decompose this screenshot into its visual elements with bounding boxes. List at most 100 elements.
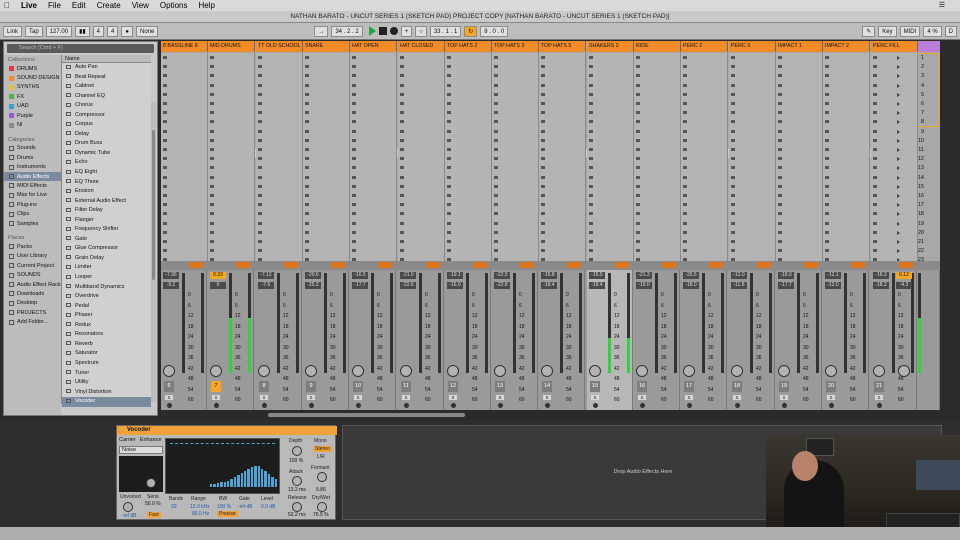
master-volume-value[interactable]: 0.12: [896, 272, 912, 279]
clip-slot-button[interactable]: [305, 249, 309, 253]
cue-volume-knob[interactable]: [898, 365, 910, 377]
clip-stop-button[interactable]: [520, 262, 534, 268]
sens-value[interactable]: 50.0 %: [145, 501, 161, 507]
clip-slot-button[interactable]: [494, 74, 498, 78]
browser-list-item[interactable]: Vocoder: [62, 397, 151, 407]
clip-slot-button[interactable]: [210, 184, 214, 188]
clip-slot-button[interactable]: [258, 148, 262, 151]
clip-slot-button[interactable]: [731, 230, 735, 234]
clip-slot-button[interactable]: [873, 148, 877, 151]
clip-slot-button[interactable]: [589, 249, 593, 253]
enhance-tab[interactable]: Enhance: [140, 437, 162, 443]
clip-slot-button[interactable]: [589, 148, 593, 151]
clip-slot-button[interactable]: [305, 194, 309, 197]
clip-slot-button[interactable]: [589, 194, 593, 197]
clip-slot-button[interactable]: [873, 184, 877, 188]
clip-slot-button[interactable]: [258, 56, 262, 59]
volume-value[interactable]: -21.0: [400, 272, 416, 279]
solo-button[interactable]: S: [685, 395, 693, 400]
clip-slot-button[interactable]: [731, 129, 735, 133]
scene-launch-icon[interactable]: [897, 212, 900, 217]
clip-stop-button[interactable]: [615, 262, 629, 268]
browser-list-item[interactable]: Saturator: [62, 349, 151, 359]
clip-slot-button[interactable]: [541, 74, 545, 78]
clip-slot-button[interactable]: [825, 175, 829, 179]
clip-slot-button[interactable]: [541, 102, 545, 105]
scene-slot[interactable]: 8: [896, 118, 938, 127]
range-low-value[interactable]: 80.0 Hz: [192, 511, 209, 517]
track-activator-button[interactable]: 16: [637, 381, 647, 392]
clip-slot-button[interactable]: [258, 102, 262, 105]
clip-slot-button[interactable]: [258, 203, 262, 207]
browser-list-item[interactable]: Filter Delay: [62, 206, 151, 216]
clip-slot-button[interactable]: [825, 240, 829, 243]
clip-slot-button[interactable]: [210, 129, 214, 133]
clip-slot-button[interactable]: [541, 129, 545, 133]
clip-slot-button[interactable]: [731, 102, 735, 105]
clip-slot-button[interactable]: [352, 148, 356, 151]
collection-item[interactable]: FX: [4, 92, 61, 101]
clip-slot-button[interactable]: [683, 102, 687, 105]
key-map-button[interactable]: Key: [878, 25, 897, 37]
clip-slot-button[interactable]: [541, 194, 545, 197]
clip-slot-button[interactable]: [400, 184, 404, 188]
clip-slot-button[interactable]: [305, 240, 309, 243]
record-icon[interactable]: [389, 27, 398, 35]
clip-slot-button[interactable]: [636, 129, 640, 133]
volume-value[interactable]: -20.6: [305, 272, 321, 279]
place-item[interactable]: Packs: [4, 242, 61, 251]
place-item[interactable]: Audio Effect Rack: [4, 280, 61, 289]
clip-slot-button[interactable]: [589, 221, 593, 225]
clip-slot-button[interactable]: [210, 240, 214, 243]
pan-knob[interactable]: [825, 365, 837, 377]
place-item[interactable]: PROJECTS: [4, 308, 61, 317]
browser-list-item[interactable]: Corpus: [62, 120, 151, 130]
clip-slot-button[interactable]: [873, 221, 877, 225]
clip-slot-button[interactable]: [494, 83, 498, 87]
clip-slot-button[interactable]: [589, 92, 593, 96]
clip-slot-button[interactable]: [163, 157, 167, 161]
clip-slot-button[interactable]: [210, 138, 214, 142]
scene-slot[interactable]: 16: [896, 192, 938, 201]
collection-item[interactable]: DRUMS: [4, 64, 61, 73]
volume-value[interactable]: -25.5: [683, 272, 699, 279]
arm-button[interactable]: [167, 403, 172, 408]
clip-slot-button[interactable]: [305, 148, 309, 151]
clip-slot-button[interactable]: [163, 102, 167, 105]
clip-slot-button[interactable]: [400, 111, 404, 115]
clip-slot-button[interactable]: [400, 148, 404, 151]
clip-slot-button[interactable]: [541, 65, 545, 69]
clip-stop-button[interactable]: [236, 262, 250, 268]
solo-button[interactable]: S: [307, 395, 315, 400]
clip-slot-button[interactable]: [731, 92, 735, 96]
clip-slot-button[interactable]: [447, 194, 451, 197]
scene-launch-icon[interactable]: [897, 221, 900, 226]
clip-slot-button[interactable]: [825, 148, 829, 151]
track-header[interactable]: RIDE: [634, 41, 681, 52]
clip-slot-button[interactable]: [400, 74, 404, 78]
scene-slot[interactable]: 18: [896, 210, 938, 219]
clip-slot-button[interactable]: [589, 157, 593, 161]
clip-slot-button[interactable]: [163, 129, 167, 133]
track-activator-button[interactable]: 14: [542, 381, 552, 392]
clip-slot-button[interactable]: [494, 65, 498, 69]
position-field[interactable]: 34 . 2 . 2: [331, 25, 363, 37]
clip-slot-button[interactable]: [731, 138, 735, 142]
clip-slot-button[interactable]: [636, 102, 640, 105]
clip-slot-button[interactable]: [305, 56, 309, 59]
clip-slot-button[interactable]: [400, 221, 404, 225]
clip-slot-button[interactable]: [731, 111, 735, 115]
clip-slot-button[interactable]: [589, 56, 593, 59]
clip-slot-button[interactable]: [400, 166, 404, 170]
track-activator-button[interactable]: 13: [495, 381, 505, 392]
clip-slot-button[interactable]: [400, 194, 404, 197]
scene-slot[interactable]: 17: [896, 201, 938, 210]
clip-slot-button[interactable]: [258, 194, 262, 197]
clip-slot-button[interactable]: [163, 83, 167, 87]
clip-slot-button[interactable]: [636, 65, 640, 69]
clip-slot-button[interactable]: [825, 166, 829, 170]
clip-slot-button[interactable]: [352, 212, 356, 216]
clip-slot-button[interactable]: [494, 92, 498, 96]
clip-slot-button[interactable]: [163, 212, 167, 216]
clip-slot-button[interactable]: [447, 83, 451, 87]
